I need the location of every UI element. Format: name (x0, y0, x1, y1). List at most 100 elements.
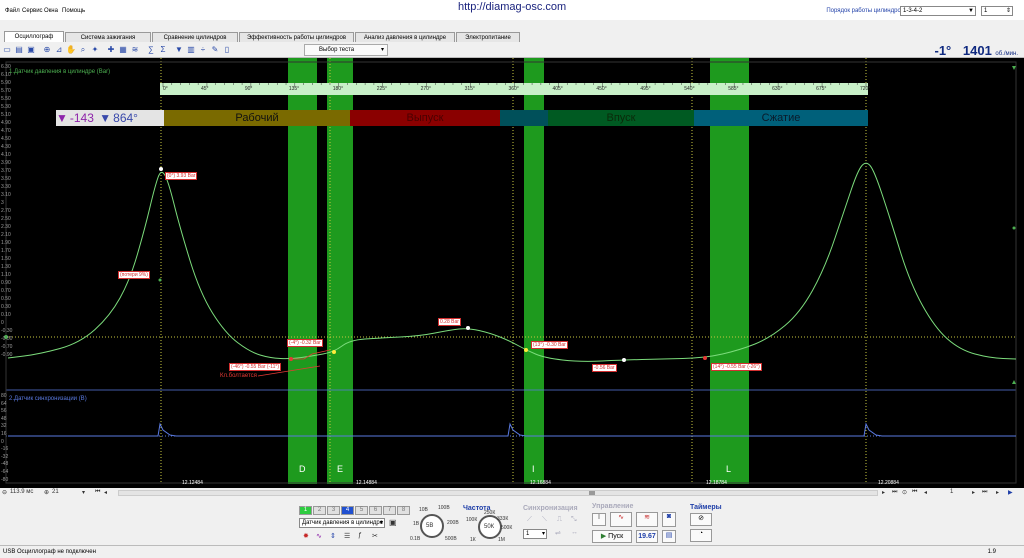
zoom-icon[interactable]: ⊕ (44, 489, 49, 496)
prev-page-icon[interactable]: ◂ (924, 489, 927, 496)
y-tick-label: 3.50 (1, 176, 11, 182)
cursor-icon[interactable]: ⊕ (42, 44, 52, 55)
menu-windows[interactable]: Окна (44, 8, 58, 14)
channel-tab-6[interactable]: 6 (369, 506, 382, 515)
invert-icon[interactable]: ⇕ (330, 532, 336, 540)
loss-dot (158, 278, 162, 282)
zoom-value[interactable]: 21 (52, 489, 59, 495)
forward-icon[interactable]: ▸ (996, 489, 999, 496)
sync-auto-icon[interactable]: ⤡ (571, 516, 577, 524)
chevron-down-icon[interactable]: ▾ (82, 489, 85, 496)
sensor-select[interactable]: Датчик давления в цилиндре ▾ (299, 518, 385, 528)
test-select-button[interactable]: Выбор теста ▾ (304, 44, 388, 56)
horizontal-scrollbar[interactable] (118, 490, 878, 496)
sensor-config-icon[interactable]: ▣ (389, 518, 397, 527)
timebase-value[interactable]: 113.9 мс (10, 489, 33, 495)
annotation-a1: (-4°) -0.32 Bar (287, 339, 323, 347)
record-video-icon[interactable]: ▤ (662, 530, 676, 543)
play-blue-icon[interactable]: ▶ (1008, 489, 1013, 496)
rpm-value: 1401 (962, 43, 992, 58)
table-icon[interactable]: ▥ (186, 44, 196, 55)
grid-icon[interactable]: ▦ (118, 44, 128, 55)
channel-tab-8[interactable]: 8 (397, 506, 410, 515)
sync-fall-icon[interactable]: ⟍ (542, 516, 547, 524)
control-panel: 12345678 Датчик давления в цилиндре ▾ ▣ … (0, 498, 1024, 545)
range-knob[interactable]: 5В (420, 514, 444, 538)
marker-icon[interactable]: ▼ (174, 44, 184, 55)
divide-icon[interactable]: ÷ (198, 44, 208, 55)
zoom-icon[interactable]: ⌕ (78, 44, 88, 55)
cross-icon[interactable]: ✚ (106, 44, 116, 55)
spin-arrows-icon: ⇕ (1005, 8, 1011, 14)
timer-a-icon[interactable]: ⊘ (690, 513, 712, 526)
function-icon[interactable]: ƒ (358, 532, 362, 539)
page-number[interactable]: 1 (950, 489, 953, 495)
pin-icon[interactable]: ✎ (210, 44, 220, 55)
sigma-icon[interactable]: Σ (158, 44, 168, 55)
probe-icon[interactable]: ✸ (303, 532, 309, 540)
math-icon[interactable]: ∑ (146, 44, 156, 55)
play-icon[interactable]: ▸ (882, 489, 885, 496)
cylinder-order-select[interactable]: 1-3-4-2 ▼ (900, 6, 976, 16)
measure-icon[interactable]: ⊿ (54, 44, 64, 55)
timer-b-icon[interactable]: ◔ (690, 529, 712, 542)
list-icon[interactable]: ☰ (344, 532, 350, 540)
next-frame-icon[interactable]: ⏭ (892, 489, 897, 496)
menu-file[interactable]: Файл (5, 8, 20, 14)
ch1-level-handle[interactable] (1012, 226, 1016, 230)
camera-icon[interactable]: ◙ (662, 512, 676, 527)
y-tick-label: 1.90 (1, 240, 11, 246)
last-page-icon[interactable]: ⏭ (982, 489, 987, 496)
wave-icon[interactable]: ∿ (316, 532, 322, 540)
hand-icon[interactable]: ✋ (66, 44, 76, 55)
phase-intake: Впуск (548, 110, 694, 126)
sine-mode-icon[interactable]: ∿ (610, 512, 632, 527)
open-folder-icon[interactable]: ▤ (14, 44, 24, 55)
degree-tick-label: 225° (376, 86, 388, 92)
timebase-icon[interactable]: ⊖ (2, 489, 7, 496)
oscilloscope-plot[interactable]: 6.30 6.10 5.90 5.70 5.50 5.30 5.10 4.90 4.70 4.50… (0, 58, 1024, 488)
save-icon[interactable]: ▣ (26, 44, 36, 55)
y-tick-label: 3 (1, 200, 4, 206)
channel-tab-5[interactable]: 5 (355, 506, 368, 515)
sync-level-icon[interactable]: ⇌ (555, 529, 561, 537)
channel-tab-7[interactable]: 7 (383, 506, 396, 515)
channel-tab-2[interactable]: 2 (313, 506, 326, 515)
tools-icon[interactable]: ✂ (372, 532, 378, 540)
start-button[interactable]: ▶ Пуск (592, 530, 632, 543)
ch1-scroll-up-icon[interactable] (1012, 66, 1016, 70)
degree-tick-label: 405° (552, 86, 563, 92)
channel-tab-3[interactable]: 3 (327, 506, 340, 515)
freq-tick: 250К (484, 510, 496, 516)
new-file-icon[interactable]: ▭ (2, 44, 12, 55)
sync-pulse-icon[interactable]: ⎍ (557, 516, 562, 524)
cylinder-spin[interactable]: 1 ⇕ (981, 6, 1013, 16)
window-icon[interactable]: ▯ (222, 44, 232, 55)
pause-icon[interactable]: ‖ (592, 513, 606, 526)
channel-tab-4[interactable]: 4 (341, 506, 354, 515)
scroll-thumb[interactable] (589, 491, 595, 495)
back-icon[interactable]: ◂ (104, 489, 107, 496)
y-tick-label: 0.10 (1, 312, 11, 318)
sync-channel-value: 1 (526, 531, 530, 537)
menu-help[interactable]: Помощь (62, 8, 85, 14)
record-icon[interactable]: ⊙ (902, 489, 907, 496)
sync-shift-icon[interactable]: ↔ (571, 529, 578, 536)
sync-rise-icon[interactable]: ⟋ (527, 516, 532, 524)
channel1-title: 1.Датчик давления в цилиндре (Bar) (9, 69, 111, 75)
time-label: 12.18784 (706, 480, 727, 486)
first-page-icon[interactable]: ⏮ (912, 489, 917, 496)
site-url[interactable]: http://diamag-osc.com (458, 1, 566, 13)
fit-icon[interactable]: ✦ (90, 44, 100, 55)
filter-icon[interactable]: ≋ (130, 44, 140, 55)
sync-channel-select[interactable]: 1 ▾ (523, 529, 547, 539)
channel-tab-1[interactable]: 1 (299, 506, 312, 515)
ch1-scroll-down-icon[interactable] (1012, 380, 1016, 384)
menu-service[interactable]: Сервис (22, 8, 43, 14)
rewind-icon[interactable]: ⏮ (95, 489, 100, 496)
control-title: Управление (592, 503, 634, 510)
tab-bar: Осциллограф Система зажигания Сравнение … (0, 20, 1024, 43)
multi-wave-icon[interactable]: ≋ (636, 512, 658, 527)
next-page-icon[interactable]: ▸ (972, 489, 975, 496)
range-tick: 10В (419, 507, 428, 513)
